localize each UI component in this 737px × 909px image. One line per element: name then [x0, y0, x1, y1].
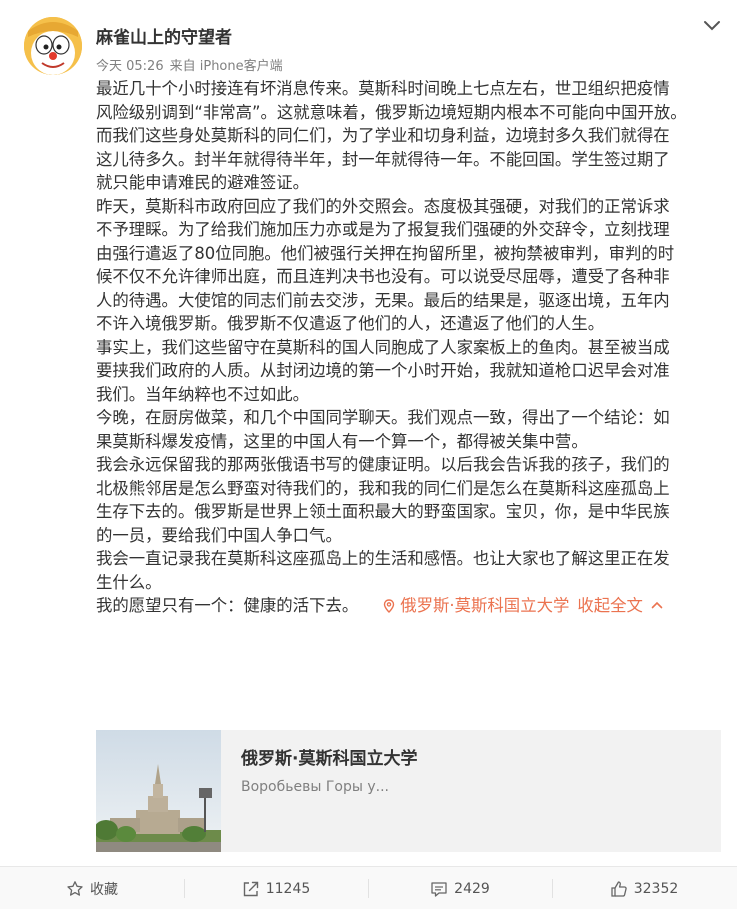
- content-line: 事实上，我们这些留守在莫斯科的国人同胞成了人家案板上的鱼肉。甚至被当成: [96, 337, 670, 357]
- location-link[interactable]: 俄罗斯·莫斯科国立大学: [382, 596, 569, 615]
- content-line: 昨天，莫斯科市政府回应了我们的外交照会。态度极其强硬，对我们的正常诉求: [96, 196, 670, 216]
- favorite-label: 收藏: [90, 881, 118, 898]
- content-line: 而我们这些身处莫斯科的同仁们，为了学业和切身利益，边境封多久我们就得在: [96, 126, 670, 145]
- post-source[interactable]: 来自 iPhone客户端: [170, 59, 283, 74]
- action-bar: 收藏 11245 2429 32352: [0, 866, 737, 909]
- location-thumbnail: [96, 730, 221, 852]
- content-line: 人的待遇。大使馆的同志们前去交涉，无果。最后的结果是，驱逐出境，五年内: [96, 290, 670, 310]
- chevron-up-icon: [651, 601, 663, 609]
- content-line: 最近几十个小时接连有坏消息传来。莫斯科时间晚上七点左右，世卫组织把疫情: [96, 79, 670, 98]
- content-line: 今晚，在厨房做菜，和几个中国同学聊天。我们观点一致，得出了一个结论：如: [96, 408, 670, 427]
- content-line: 我的愿望只有一个：健康的活下去。: [96, 596, 359, 615]
- repost-icon: [243, 881, 258, 896]
- comment-count: 2429: [454, 880, 490, 897]
- location-pin-icon: [384, 599, 395, 613]
- content-line: 果莫斯科爆发疫情，这里的中国人有一个算一个，都得被关集中营。: [96, 431, 588, 451]
- content-line: 我会一直记录我在莫斯科这座孤岛上的生活和感悟。也让大家也了解这里正在发: [96, 549, 670, 568]
- username[interactable]: 麻雀山上的守望者: [96, 23, 232, 48]
- star-icon: [67, 880, 83, 896]
- content-line: 生存下去的。俄罗斯是世界上领土面积最大的野蛮国家。宝贝，你，是中华民族: [96, 502, 670, 521]
- location-card-title: 俄罗斯·莫斯科国立大学: [241, 749, 418, 769]
- content-line: 要挟我们政府的人质。从封闭边境的第一个小时开始，我就知道枪口迟早会对准: [96, 361, 670, 380]
- repost-button[interactable]: 11245: [184, 867, 368, 909]
- content-line: 的一员，要给我们中国人争口气。: [96, 525, 342, 545]
- comment-icon: [431, 881, 447, 897]
- like-button[interactable]: 32352: [552, 867, 736, 909]
- location-card-subtitle: Воробьевы Горы у...: [241, 779, 390, 795]
- content-line: 由强行遣返了80位同胞。他们被强行关押在拘留所里，被拘禁被审判，审判的时: [96, 243, 675, 263]
- comment-button[interactable]: 2429: [368, 867, 552, 909]
- thumbs-up-icon: [611, 880, 627, 897]
- favorite-button[interactable]: 收藏: [0, 867, 184, 909]
- content-line: 北极熊邻居是怎么野蛮对待我们的，我和我的同仁们是怎么在莫斯科这座孤岛上: [96, 478, 670, 498]
- chevron-down-icon[interactable]: [702, 15, 722, 35]
- repost-count: 11245: [265, 880, 311, 897]
- content-line: 就只能申请难民的避难签证。: [96, 173, 310, 192]
- post-meta: 今天 05:26 来自 iPhone客户端: [96, 55, 289, 74]
- like-count: 32352: [633, 880, 679, 897]
- content-line: 不许入境俄罗斯。俄罗斯不仅遣返了他们的人，还遣返了他们的人生。: [96, 314, 605, 333]
- content-last-line: 我的愿望只有一个：健康的活下去。 俄罗斯·莫斯科国立大学 收起全文: [96, 594, 716, 618]
- weibo-post: 麻雀山上的守望者 今天 05:26 来自 iPhone客户端 最近几十个小时接连有…: [0, 0, 737, 909]
- content-line: 生什么。: [96, 572, 162, 592]
- collapse-full-text-link[interactable]: 收起全文: [577, 596, 663, 615]
- content-line: 我会永远保留我的那两张俄语书写的健康证明。以后我会告诉我的孩子，我们的: [96, 455, 670, 474]
- post-content: 最近几十个小时接连有坏消息传来。莫斯科时间晚上七点左右，世卫组织把疫情 风险级别…: [96, 77, 716, 618]
- post-time[interactable]: 今天 05:26: [96, 59, 164, 74]
- avatar[interactable]: [24, 17, 82, 75]
- content-line: 这儿待多久。封半年就得待半年，封一年就得待一年。不能回国。学生签过期了: [96, 149, 670, 169]
- location-label: 俄罗斯·莫斯科国立大学: [400, 596, 570, 615]
- content-line: 不予理睬。为了给我们施加压力亦或是为了报复我们强硬的外交辞令，立刻找理: [96, 220, 670, 239]
- content-line: 候不仅不允许律师出庭，而且连判决书也没有。可以说受尽屈辱，遭受了各种非: [96, 267, 670, 286]
- content-line: 我们。当年纳粹也不过如此。: [96, 384, 310, 404]
- location-card[interactable]: 俄罗斯·莫斯科国立大学 Воробьевы Горы у...: [96, 730, 721, 852]
- content-line: 风险级别调到“非常高”。这就意味着，俄罗斯边境短期内根本不可能向中国开放。: [96, 102, 687, 122]
- collapse-label: 收起全文: [577, 596, 643, 615]
